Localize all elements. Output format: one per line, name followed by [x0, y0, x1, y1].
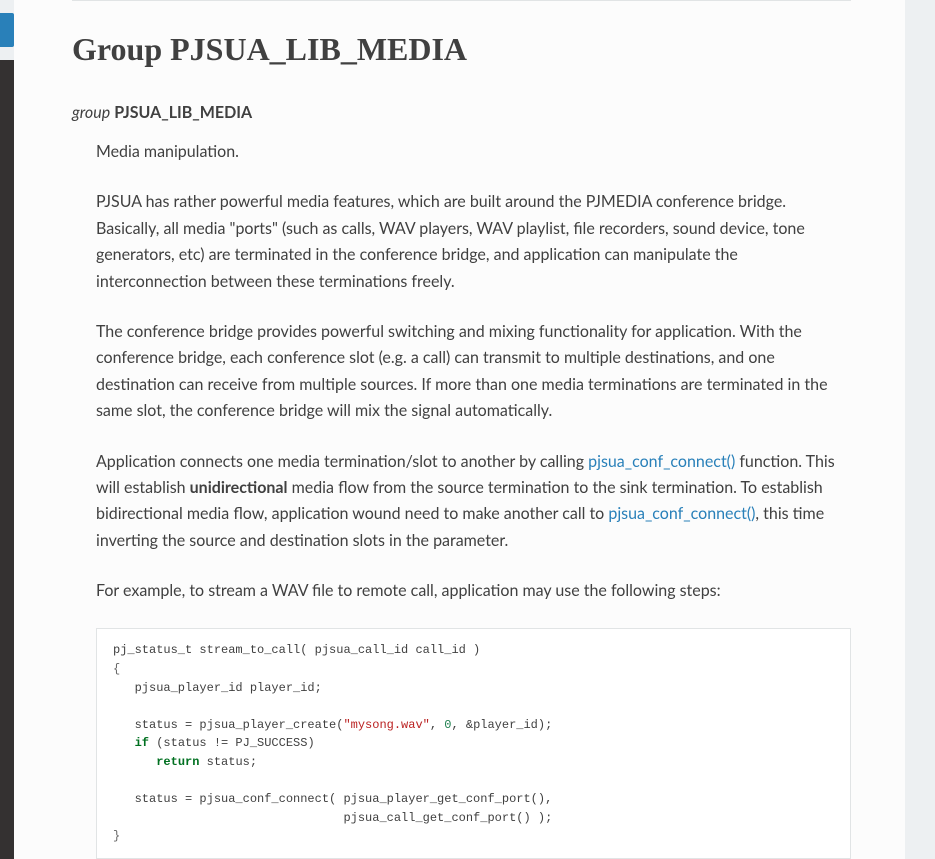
code-line: pj_status_t stream_to_call( pjsua_call_i…	[113, 643, 480, 657]
code-seg	[113, 755, 156, 769]
code-seg	[113, 736, 135, 750]
code-seg: (status != PJ_SUCCESS)	[149, 736, 315, 750]
content-inner: Group PJSUA_LIB_MEDIA group PJSUA_LIB_ME…	[14, 0, 905, 859]
code-line: pjsua_call_get_conf_port() );	[113, 811, 552, 825]
divider	[72, 0, 851, 1]
left-gutter	[0, 0, 14, 859]
code-seg: ,	[430, 718, 444, 732]
sidebar-toggle-tab[interactable]	[0, 13, 14, 47]
code-keyword-if: if	[135, 736, 149, 750]
page-wrap: Group PJSUA_LIB_MEDIA group PJSUA_LIB_ME…	[0, 0, 935, 859]
code-seg: status = pjsua_player_create(	[113, 718, 343, 732]
sidebar-collapsed-strip	[0, 60, 14, 859]
link-pjsua-conf-connect-1[interactable]: pjsua_conf_connect()	[588, 452, 735, 471]
text-segment: Application connects one media terminati…	[96, 452, 588, 471]
paragraph-features: PJSUA has rather powerful media features…	[96, 189, 851, 295]
content-column: Group PJSUA_LIB_MEDIA group PJSUA_LIB_ME…	[14, 0, 905, 859]
group-name: PJSUA_LIB_MEDIA	[114, 103, 252, 122]
page-title: Group PJSUA_LIB_MEDIA	[72, 25, 851, 73]
paragraph-bridge: The conference bridge provides powerful …	[96, 319, 851, 425]
paragraph-connect: Application connects one media terminati…	[96, 449, 851, 555]
code-line: {	[113, 662, 120, 676]
code-line: pjsua_player_id player_id;	[113, 681, 322, 695]
code-block: pj_status_t stream_to_call( pjsua_call_i…	[96, 628, 851, 859]
group-keyword: group	[72, 103, 110, 122]
code-line: status = pjsua_conf_connect( pjsua_playe…	[113, 792, 552, 806]
paragraph-example-intro: For example, to stream a WAV file to rem…	[96, 578, 851, 604]
link-pjsua-conf-connect-2[interactable]: pjsua_conf_connect()	[608, 504, 755, 523]
code-line: }	[113, 829, 120, 843]
strong-unidirectional: unidirectional	[190, 478, 288, 497]
code-seg: , &player_id);	[451, 718, 552, 732]
code-keyword-return: return	[156, 755, 199, 769]
body-block: Media manipulation. PJSUA has rather pow…	[72, 139, 851, 859]
group-line: group PJSUA_LIB_MEDIA	[72, 101, 851, 125]
code-seg: status;	[199, 755, 257, 769]
code-string: "mysong.wav"	[343, 718, 429, 732]
paragraph-intro: Media manipulation.	[96, 139, 851, 165]
